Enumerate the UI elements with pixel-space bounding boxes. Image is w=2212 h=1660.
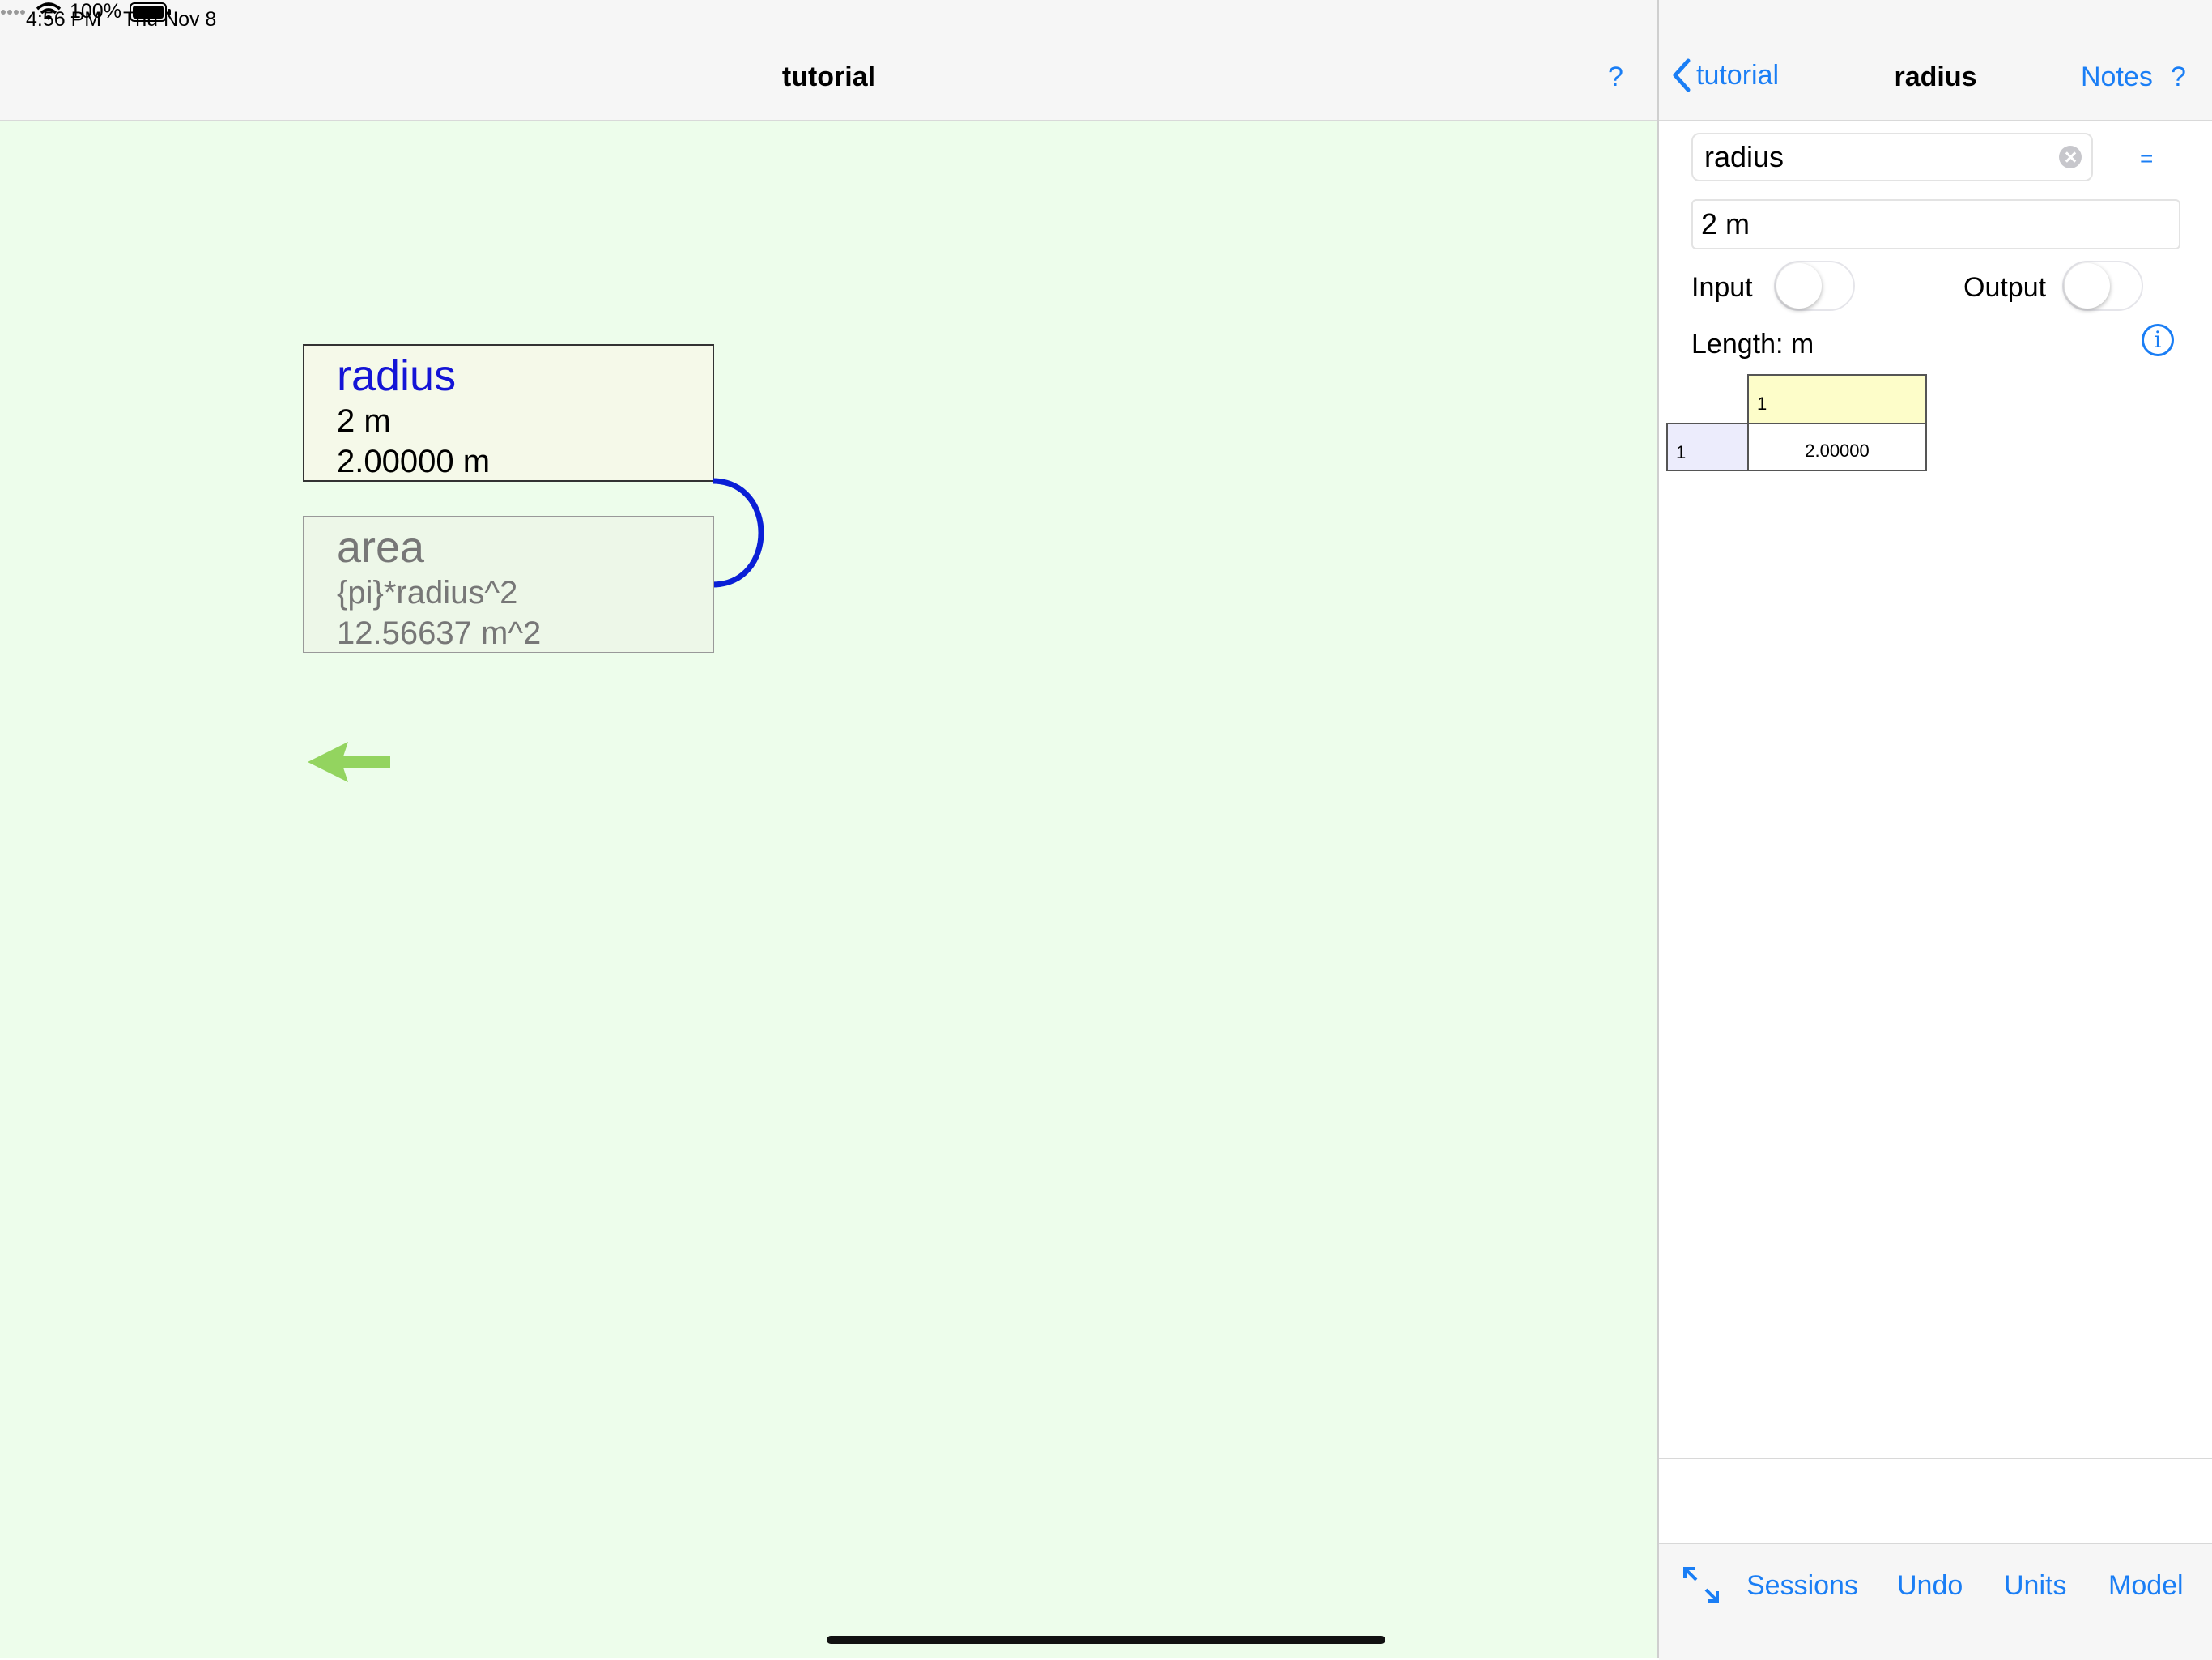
inspector-pane: tutorial radius Notes ? = Input Output L… bbox=[1659, 0, 2212, 1660]
clear-icon[interactable] bbox=[2059, 146, 2082, 168]
node-area-expression: {pi}*radius^2 bbox=[337, 575, 518, 611]
input-toggle[interactable] bbox=[1774, 261, 1855, 311]
status-time: 4:56 PM bbox=[26, 8, 102, 31]
notes-button[interactable]: Notes bbox=[2081, 62, 2153, 93]
node-radius-value: 2.00000 m bbox=[337, 444, 491, 479]
home-indicator[interactable] bbox=[827, 1636, 1385, 1644]
right-nav-bar: tutorial radius Notes ? bbox=[1659, 0, 2212, 121]
input-toggle-knob bbox=[1776, 263, 1822, 309]
diagram-pane[interactable]: tutorial ? radius 2 m 2.00000 m area {pi… bbox=[0, 0, 1657, 1658]
node-area-value: 12.56637 m^2 bbox=[337, 615, 542, 651]
node-connector bbox=[713, 478, 764, 588]
node-radius-expression: 2 m bbox=[337, 403, 391, 439]
bottom-toolbar: Sessions Undo Units Model bbox=[1659, 1543, 2212, 1660]
status-date: Thu Nov 8 bbox=[123, 8, 217, 31]
output-toggle[interactable] bbox=[2062, 261, 2143, 311]
grid-row-header[interactable]: 1 bbox=[1666, 423, 1749, 471]
sessions-button[interactable]: Sessions bbox=[1746, 1570, 1858, 1602]
node-area-name: area bbox=[337, 523, 425, 572]
input-switch-label: Input bbox=[1691, 272, 1753, 303]
equals-button[interactable]: = bbox=[2140, 146, 2153, 172]
grid-data-cell[interactable]: 2.00000 bbox=[1747, 423, 1927, 471]
units-label: Length: m bbox=[1691, 329, 1814, 360]
notes-separator bbox=[1659, 1458, 2212, 1459]
units-button[interactable]: Units bbox=[2004, 1570, 2066, 1602]
left-nav-title: tutorial bbox=[781, 62, 876, 92]
node-area[interactable]: area {pi}*radius^2 12.56637 m^2 bbox=[303, 516, 714, 653]
variable-value-input[interactable] bbox=[1691, 199, 2180, 249]
node-radius[interactable]: radius 2 m 2.00000 m bbox=[303, 344, 714, 482]
back-arrow-icon[interactable] bbox=[308, 740, 392, 784]
variable-name-input[interactable] bbox=[1691, 133, 2093, 181]
node-radius-name: radius bbox=[337, 351, 457, 400]
expand-icon[interactable] bbox=[1682, 1565, 1721, 1604]
info-icon[interactable]: i bbox=[2142, 324, 2174, 356]
right-help-button[interactable]: ? bbox=[2171, 62, 2186, 93]
output-toggle-knob bbox=[2065, 263, 2110, 309]
signal-dots-icon bbox=[1, 9, 25, 15]
model-button[interactable]: Model bbox=[2108, 1570, 2184, 1602]
output-switch-label: Output bbox=[1963, 272, 2047, 303]
grid-column-header[interactable]: 1 bbox=[1747, 374, 1927, 424]
left-help-button[interactable]: ? bbox=[1608, 62, 1623, 93]
undo-button[interactable]: Undo bbox=[1897, 1570, 1963, 1602]
